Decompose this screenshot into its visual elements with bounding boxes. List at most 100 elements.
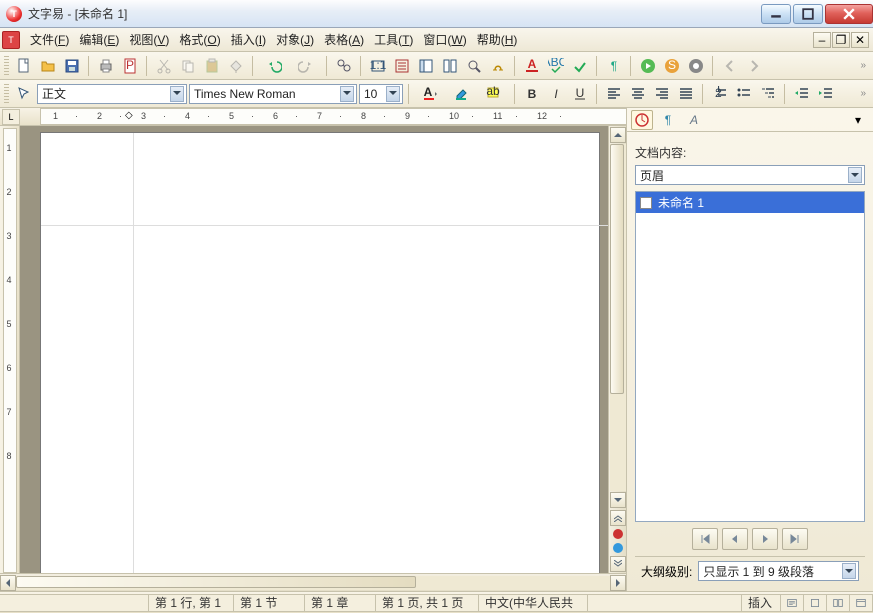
mdi-close-button[interactable]: ✕ [851, 32, 869, 48]
horizontal-scrollbar[interactable] [0, 573, 626, 591]
font-color-tool-button[interactable]: A [521, 55, 543, 77]
view-web-button[interactable] [803, 594, 827, 612]
align-right-button[interactable] [651, 83, 673, 105]
font-family-combo[interactable]: Times New Roman [189, 84, 357, 104]
next-page-button[interactable] [610, 556, 626, 572]
toolbar-grip[interactable] [4, 56, 9, 76]
menu-t[interactable]: 工具(T) [370, 28, 417, 51]
menu-o[interactable]: 格式(O) [175, 28, 224, 51]
outline-list[interactable]: 未命名 1 [635, 191, 865, 522]
vertical-scrollbar[interactable] [608, 126, 626, 573]
toolbar-overflow-button[interactable]: » [857, 60, 869, 71]
cut-button[interactable] [153, 55, 175, 77]
record-button[interactable] [685, 55, 707, 77]
selection-tool-button[interactable] [13, 83, 35, 105]
browse-object-button[interactable] [613, 529, 623, 539]
highlight-color-button[interactable] [447, 83, 477, 105]
scroll-up-button[interactable] [610, 127, 626, 143]
print-button[interactable] [95, 55, 117, 77]
undo-button[interactable] [259, 55, 289, 77]
menu-h[interactable]: 帮助(H) [473, 28, 522, 51]
font-size-combo[interactable]: 10 [359, 84, 403, 104]
zoom-button[interactable] [463, 55, 485, 77]
section-select[interactable]: 页眉 [635, 165, 865, 185]
outline-level-select[interactable]: 只显示 1 到 9 级段落 [698, 561, 859, 581]
spellcheck-button[interactable]: ABC [545, 55, 567, 77]
toolbar-overflow-button[interactable]: » [857, 88, 869, 99]
find-button[interactable] [333, 55, 355, 77]
align-justify-button[interactable] [675, 83, 697, 105]
bulleted-list-button[interactable] [733, 83, 755, 105]
status-language[interactable]: 中文(中华人民共 [478, 594, 588, 612]
menu-f[interactable]: 文件(F) [26, 28, 73, 51]
character-map-button[interactable] [487, 55, 509, 77]
toolbar-grip[interactable] [4, 84, 9, 104]
gallery-tab[interactable]: A [683, 110, 705, 130]
menu-w[interactable]: 窗口(W) [419, 28, 470, 51]
export-pdf-button[interactable]: P [119, 55, 141, 77]
menu-i[interactable]: 插入(I) [227, 28, 270, 51]
new-document-button[interactable] [13, 55, 35, 77]
prev-page-button[interactable] [610, 510, 626, 526]
align-center-button[interactable] [627, 83, 649, 105]
nav-prev-button[interactable] [722, 528, 748, 550]
background-color-button[interactable]: ab [479, 83, 509, 105]
scroll-right-button[interactable] [610, 575, 626, 591]
autocorrect-button[interactable] [569, 55, 591, 77]
bold-button[interactable]: B [521, 83, 543, 105]
view-normal-button[interactable] [780, 594, 804, 612]
scale-button[interactable]: 1:1 [367, 55, 389, 77]
multilevel-list-button[interactable] [757, 83, 779, 105]
menu-v[interactable]: 视图(V) [125, 28, 173, 51]
panel-menu-button[interactable]: ▾ [847, 110, 869, 130]
show-formatting-button[interactable]: ¶ [603, 55, 625, 77]
menu-e[interactable]: 编辑(E) [75, 28, 123, 51]
navigator-tab[interactable] [631, 110, 653, 130]
copy-button[interactable] [177, 55, 199, 77]
redo-button[interactable] [291, 55, 321, 77]
list-item[interactable]: 未命名 1 [636, 192, 864, 213]
view-print-button[interactable] [826, 594, 850, 612]
paste-button[interactable] [201, 55, 223, 77]
menu-j[interactable]: 对象(J) [272, 28, 318, 51]
tab-type-button[interactable]: L [2, 109, 20, 125]
align-left-button[interactable] [603, 83, 625, 105]
format-paintbrush-button[interactable] [225, 55, 247, 77]
save-button[interactable] [61, 55, 83, 77]
page-layout-button[interactable] [415, 55, 437, 77]
maximize-button[interactable] [793, 4, 823, 24]
nav-first-button[interactable] [692, 528, 718, 550]
nav-last-button[interactable] [782, 528, 808, 550]
numbered-list-button[interactable]: 12 [709, 83, 731, 105]
close-button[interactable] [825, 4, 873, 24]
styles-tab[interactable]: ¶ [657, 110, 679, 130]
nav-next-button[interactable] [752, 528, 778, 550]
italic-button[interactable]: I [545, 83, 567, 105]
columns-button[interactable] [439, 55, 461, 77]
status-insert-mode[interactable]: 插入 [741, 594, 781, 612]
document-canvas[interactable] [20, 126, 608, 573]
font-color-button[interactable]: A [415, 83, 445, 105]
navigate-forward-button[interactable] [743, 55, 765, 77]
horizontal-ruler[interactable]: L ◇ 1·2·3·4·5·6·7·8·9·10·11·12· [0, 108, 626, 126]
minimize-button[interactable] [761, 4, 791, 24]
browse-target-button[interactable] [613, 543, 623, 553]
vertical-ruler[interactable]: 12345678 [0, 126, 20, 573]
navigate-back-button[interactable] [719, 55, 741, 77]
play-button[interactable] [637, 55, 659, 77]
view-outline-button[interactable] [849, 594, 873, 612]
paragraph-style-combo[interactable]: 正文 [37, 84, 187, 104]
mdi-restore-button[interactable]: ❐ [832, 32, 850, 48]
checkbox-icon[interactable] [640, 197, 652, 209]
menu-a[interactable]: 表格(A) [320, 28, 368, 51]
open-button[interactable] [37, 55, 59, 77]
scroll-down-button[interactable] [610, 492, 626, 508]
decrease-indent-button[interactable] [791, 83, 813, 105]
increase-indent-button[interactable] [815, 83, 837, 105]
line-numbers-button[interactable] [391, 55, 413, 77]
page[interactable] [40, 132, 600, 573]
underline-button[interactable]: U [569, 83, 591, 105]
scroll-left-button[interactable] [0, 575, 16, 591]
mdi-minimize-button[interactable]: ‒ [813, 32, 831, 48]
sync-button[interactable]: S [661, 55, 683, 77]
